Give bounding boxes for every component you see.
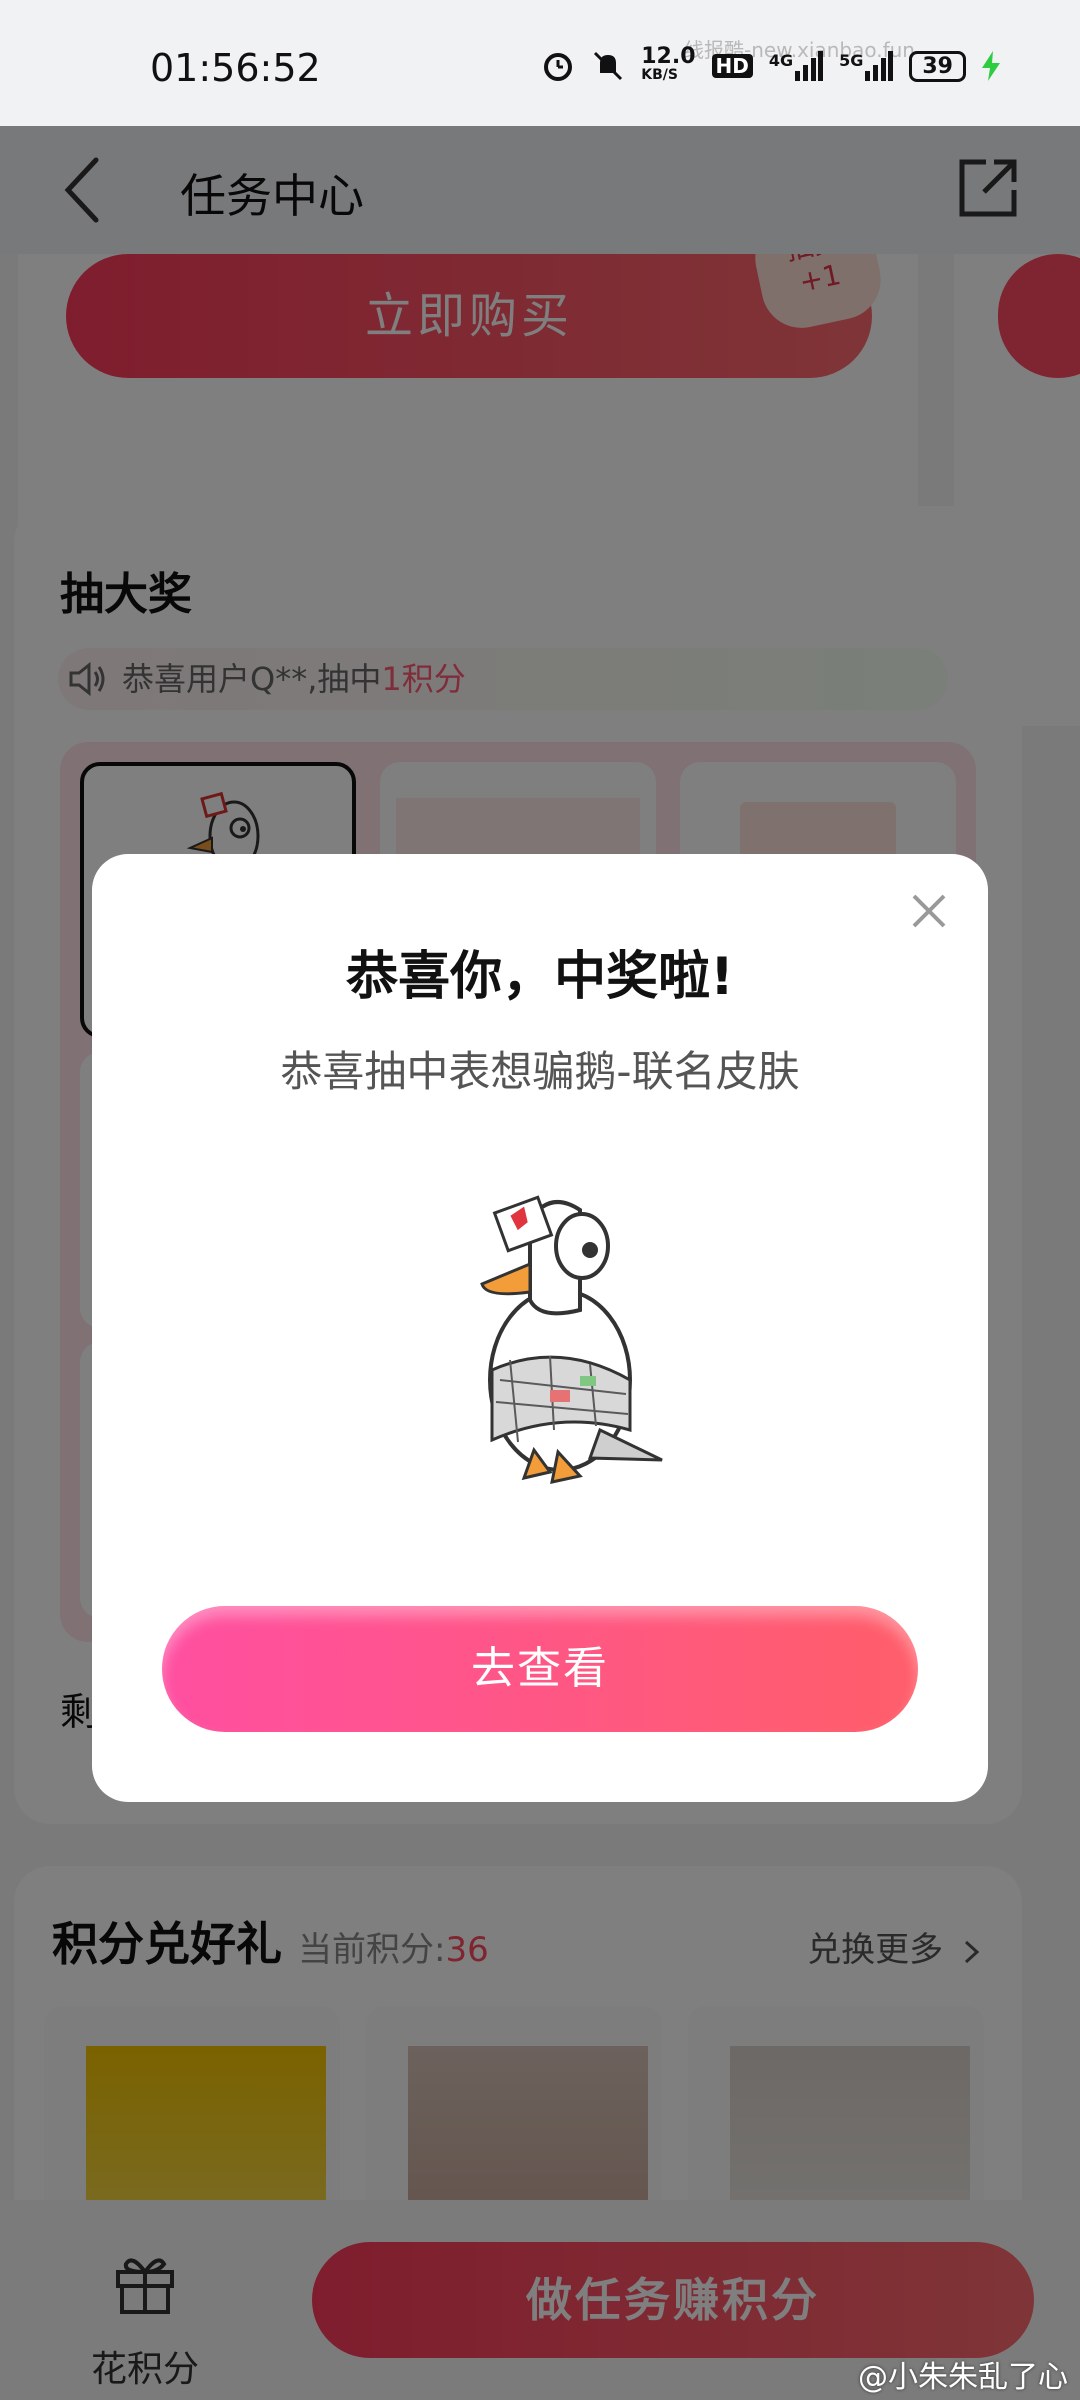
- status-icons: 12.0 KB/S HD 4G 5G 39: [541, 44, 1000, 84]
- close-icon[interactable]: [902, 884, 956, 938]
- battery-icon: 39: [909, 50, 966, 82]
- weibo-watermark: @小朱朱乱了心: [858, 2360, 1068, 2395]
- view-prize-button[interactable]: 去查看: [162, 1606, 918, 1732]
- net-speed: 12.0 KB/S: [641, 44, 696, 84]
- alarm-icon: [544, 53, 573, 81]
- modal-title: 恭喜你，中奖啦!: [346, 947, 734, 1007]
- signal-bars-icon: [865, 51, 894, 81]
- signal-4g: 4G: [769, 51, 824, 81]
- modal-subtitle: 恭喜抽中表想骗鹅-联名皮肤: [280, 1047, 800, 1096]
- status-bar: 01:56:52 线报酷-new.xianbao.fun 12.0 KB/S H…: [0, 0, 1080, 126]
- signal-5g: 5G: [839, 51, 894, 81]
- prize-modal: 恭喜你，中奖啦! 恭喜抽中表想骗鹅-联名皮肤 去查看: [92, 854, 988, 1802]
- mute-icon: [594, 51, 623, 81]
- hd-icon: HD: [711, 54, 753, 78]
- status-time: 01:56:52: [150, 46, 321, 90]
- signal-bars-icon: [795, 51, 824, 81]
- goose-skin-illustration: [480, 1195, 663, 1484]
- charging-icon: [982, 51, 1000, 81]
